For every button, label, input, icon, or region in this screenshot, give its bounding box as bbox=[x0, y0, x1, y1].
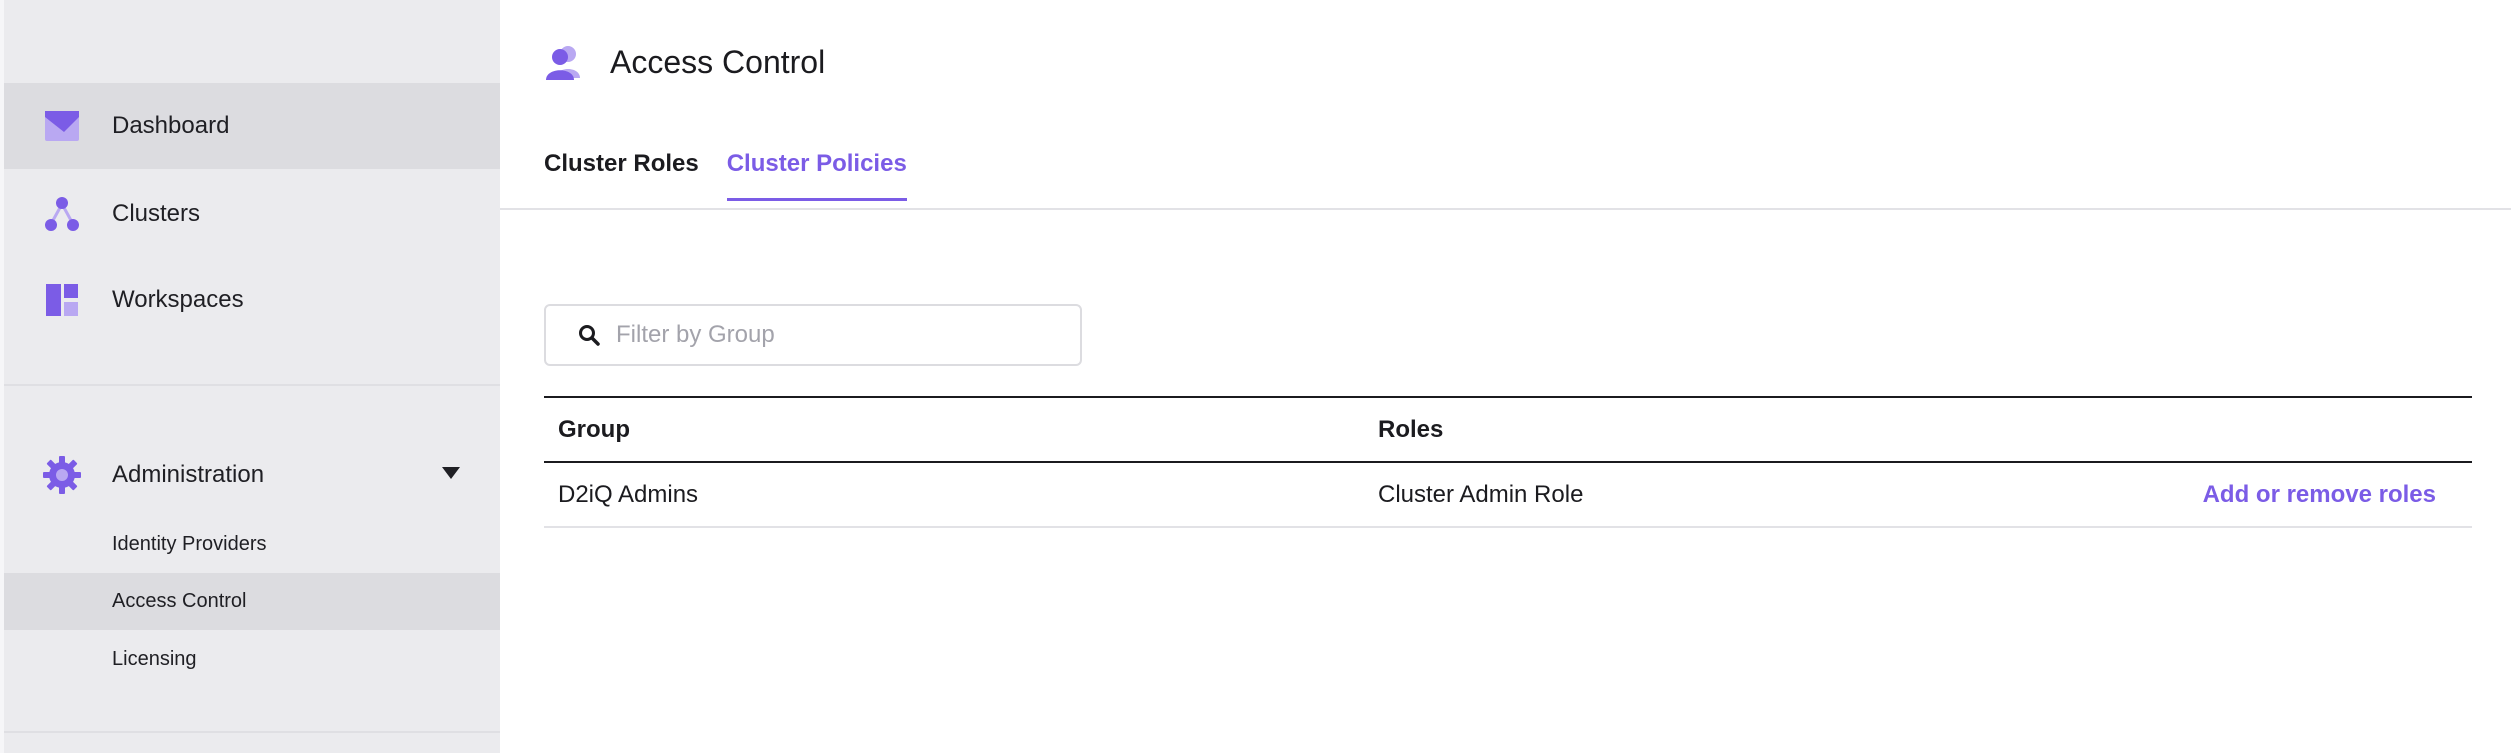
chevron-down-icon[interactable] bbox=[442, 467, 460, 479]
sidebar-item-label: Dashboard bbox=[112, 112, 230, 139]
sidebar-item-administration[interactable]: Administration bbox=[4, 432, 500, 518]
column-header-roles[interactable]: Roles bbox=[1378, 416, 1443, 444]
filter-input[interactable] bbox=[614, 320, 1058, 350]
sidebar-subitem-access-control[interactable]: Access Control bbox=[4, 573, 500, 630]
column-header-group[interactable]: Group bbox=[558, 416, 630, 444]
sidebar-divider bbox=[4, 384, 500, 386]
sidebar-subitem-label: Licensing bbox=[112, 648, 197, 670]
clusters-icon bbox=[42, 194, 82, 234]
page-header: Access Control bbox=[544, 42, 825, 82]
tab-cluster-roles[interactable]: Cluster Roles bbox=[544, 150, 699, 201]
sidebar-subitem-label: Access Control bbox=[112, 590, 247, 612]
sidebar: Dashboard Clusters Workspaces Administra… bbox=[0, 0, 500, 753]
sidebar-item-label: Clusters bbox=[112, 200, 201, 227]
sidebar-divider bbox=[4, 731, 500, 733]
table-header: Group Roles bbox=[544, 398, 2472, 463]
add-or-remove-roles-link[interactable]: Add or remove roles bbox=[2203, 481, 2436, 509]
sidebar-subitem-identity-providers[interactable]: Identity Providers bbox=[4, 516, 500, 573]
gear-icon bbox=[42, 455, 82, 495]
main-content: Access Control Cluster Roles Cluster Pol… bbox=[500, 0, 2511, 753]
page-title: Access Control bbox=[610, 43, 826, 80]
app-window: Dashboard Clusters Workspaces Administra… bbox=[0, 0, 2511, 753]
sidebar-item-workspaces[interactable]: Workspaces bbox=[4, 257, 500, 343]
users-icon bbox=[546, 46, 580, 80]
cell-roles: Cluster Admin Role bbox=[1378, 480, 1584, 508]
tab-divider bbox=[500, 208, 2511, 210]
table-row: D2iQ Admins Cluster Admin Role Add or re… bbox=[544, 463, 2472, 528]
sidebar-subitem-label: Identity Providers bbox=[112, 533, 267, 555]
sidebar-item-dashboard[interactable]: Dashboard bbox=[4, 83, 500, 169]
search-icon bbox=[579, 325, 600, 346]
sidebar-item-clusters[interactable]: Clusters bbox=[4, 171, 500, 257]
dashboard-icon bbox=[42, 106, 82, 146]
cell-group: D2iQ Admins bbox=[558, 480, 699, 508]
sidebar-item-label: Administration bbox=[112, 461, 265, 488]
filter-box[interactable] bbox=[544, 304, 1082, 366]
workspaces-icon bbox=[42, 280, 82, 320]
sidebar-subitem-licensing[interactable]: Licensing bbox=[4, 631, 500, 688]
tab-cluster-policies[interactable]: Cluster Policies bbox=[726, 150, 907, 201]
policies-table: Group Roles D2iQ Admins Cluster Admin Ro… bbox=[544, 396, 2472, 528]
sidebar-item-label: Workspaces bbox=[112, 286, 244, 313]
tab-bar: Cluster Roles Cluster Policies bbox=[544, 150, 935, 201]
